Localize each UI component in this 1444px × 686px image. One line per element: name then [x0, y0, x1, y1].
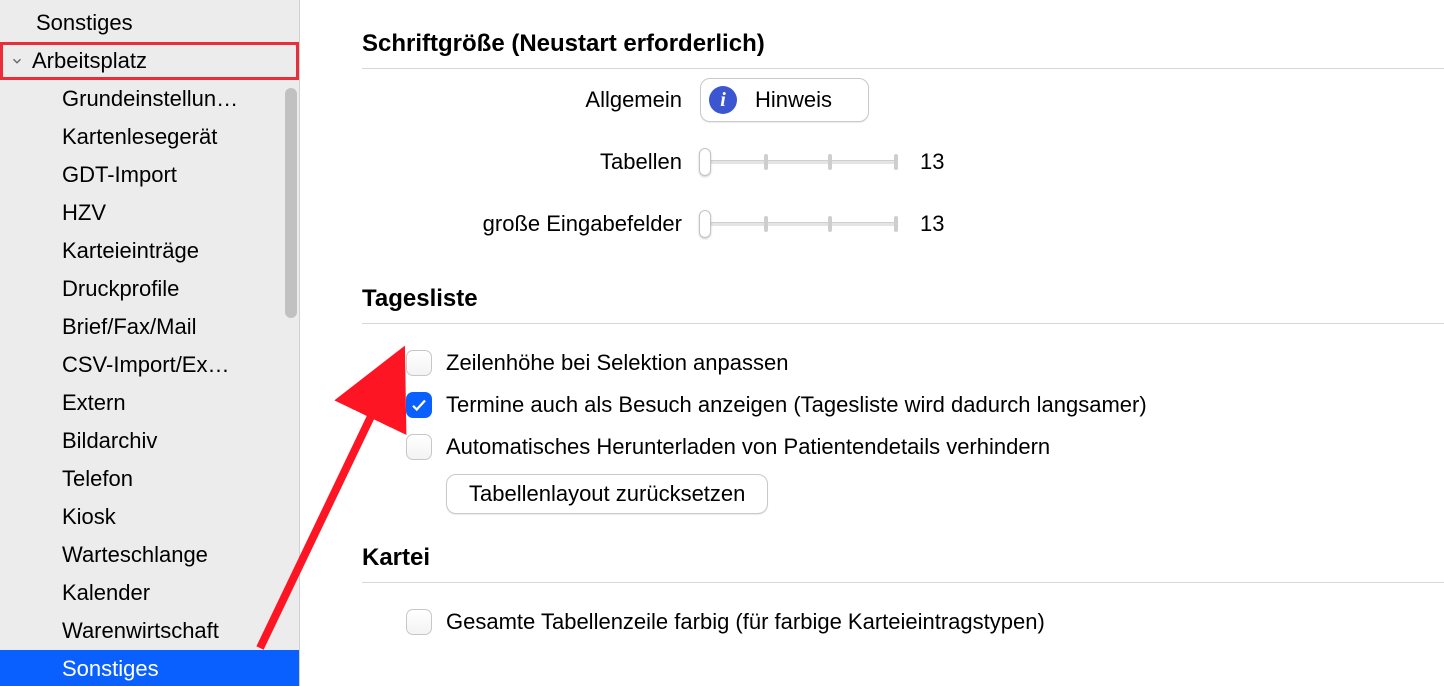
- sidebar-item-label: Telefon: [62, 466, 133, 492]
- tagesliste-group: Zeilenhöhe bei Selektion anpassen Termin…: [300, 324, 1444, 514]
- check-row-zeilenhoehe[interactable]: Zeilenhöhe bei Selektion anpassen: [406, 342, 1444, 384]
- sidebar-item-label: Sonstiges: [36, 10, 133, 36]
- checkbox-termine-besuch[interactable]: [406, 392, 432, 418]
- checkbox-auto-download[interactable]: [406, 434, 432, 460]
- sidebar-item-brief-fax-mail[interactable]: Brief/Fax/Mail: [0, 308, 299, 346]
- row-eingabefelder: große Eingabefelder 13: [300, 193, 1444, 255]
- sidebar-item-bildarchiv[interactable]: Bildarchiv: [0, 422, 299, 460]
- check-icon: [410, 396, 428, 414]
- sidebar-item-label: Kalender: [62, 580, 150, 606]
- sidebar-item-hzv[interactable]: HZV: [0, 194, 299, 232]
- check-label: Gesamte Tabellenzeile farbig (für farbig…: [446, 609, 1045, 635]
- label-allgemein: Allgemein: [300, 87, 700, 113]
- row-allgemein: Allgemein i Hinweis: [300, 69, 1444, 131]
- sidebar-item-kiosk[interactable]: Kiosk: [0, 498, 299, 536]
- sidebar-item-telefon[interactable]: Telefon: [0, 460, 299, 498]
- sidebar-item-sonstiges[interactable]: Sonstiges: [0, 4, 299, 42]
- sidebar-item-label: Warenwirtschaft: [62, 618, 219, 644]
- info-icon: i: [709, 86, 737, 114]
- sidebar-item-label: Grundeinstellun…: [62, 86, 238, 112]
- checkbox-zeilenhoehe[interactable]: [406, 350, 432, 376]
- sidebar-scrollbar-thumb[interactable]: [285, 88, 297, 318]
- sidebar-item-label: CSV-Import/Ex…: [62, 352, 229, 378]
- check-label: Zeilenhöhe bei Selektion anpassen: [446, 350, 788, 376]
- sidebar-item-kartenleseger-t[interactable]: Kartenlesegerät: [0, 118, 299, 156]
- label-tabellen: Tabellen: [300, 149, 700, 175]
- slider-tabellen[interactable]: [700, 149, 898, 175]
- sidebar-scrollbar[interactable]: [285, 88, 297, 388]
- sidebar-item-druckprofile[interactable]: Druckprofile: [0, 270, 299, 308]
- sidebar-item-kalender[interactable]: Kalender: [0, 574, 299, 612]
- check-row-tabellenzeile-farbig[interactable]: Gesamte Tabellenzeile farbig (für farbig…: [406, 601, 1444, 643]
- sidebar-item-label: Sonstiges: [62, 656, 159, 682]
- sidebar-item-label: Extern: [62, 390, 126, 416]
- label-eingabefelder: große Eingabefelder: [300, 211, 700, 237]
- sidebar-item-label: Brief/Fax/Mail: [62, 314, 196, 340]
- sidebar-item-label: Kartenlesegerät: [62, 124, 217, 150]
- check-label: Termine auch als Besuch anzeigen (Tagesl…: [446, 392, 1147, 418]
- section-heading-tagesliste: Tagesliste: [300, 255, 1444, 323]
- sidebar-item-gdt-import[interactable]: GDT-Import: [0, 156, 299, 194]
- sidebar: Sonstiges Arbeitsplatz Grundeinstellun… Kar…: [0, 0, 300, 686]
- slider-eingabe-value: 13: [920, 211, 944, 237]
- sidebar-list: Sonstiges Arbeitsplatz Grundeinstellun… Kar…: [0, 0, 299, 686]
- check-label: Automatisches Herunterladen von Patiente…: [446, 434, 1050, 460]
- sidebar-item-karteieintr-ge[interactable]: Karteieinträge: [0, 232, 299, 270]
- sidebar-item-warteschlange[interactable]: Warteschlange: [0, 536, 299, 574]
- sidebar-item-sonstiges[interactable]: Sonstiges: [0, 650, 299, 686]
- reset-table-layout-button[interactable]: Tabellenlayout zurücksetzen: [446, 474, 768, 514]
- sidebar-item-label: Karteieinträge: [62, 238, 199, 264]
- section-heading-fontsize: Schriftgröße (Neustart erforderlich): [300, 0, 1444, 68]
- sidebar-item-label: Arbeitsplatz: [32, 48, 147, 74]
- hint-button-label: Hinweis: [755, 87, 832, 113]
- sidebar-item-label: Kiosk: [62, 504, 116, 530]
- main-panel: Schriftgröße (Neustart erforderlich) All…: [300, 0, 1444, 686]
- row-tabellen: Tabellen 13: [300, 131, 1444, 193]
- sidebar-item-label: GDT-Import: [62, 162, 177, 188]
- sidebar-item-csv-import-ex-[interactable]: CSV-Import/Ex…: [0, 346, 299, 384]
- slider-thumb[interactable]: [699, 148, 711, 176]
- sidebar-item-extern[interactable]: Extern: [0, 384, 299, 422]
- sidebar-item-grundeinstellun-[interactable]: Grundeinstellun…: [0, 80, 299, 118]
- sidebar-item-arbeitsplatz[interactable]: Arbeitsplatz: [0, 42, 299, 80]
- kartei-group: Gesamte Tabellenzeile farbig (für farbig…: [300, 583, 1444, 643]
- sidebar-item-label: Druckprofile: [62, 276, 179, 302]
- checkbox-tabellenzeile-farbig[interactable]: [406, 609, 432, 635]
- check-row-termine-besuch[interactable]: Termine auch als Besuch anzeigen (Tagesl…: [406, 384, 1444, 426]
- sidebar-item-warenwirtschaft[interactable]: Warenwirtschaft: [0, 612, 299, 650]
- sidebar-item-label: Bildarchiv: [62, 428, 157, 454]
- slider-thumb[interactable]: [699, 210, 711, 238]
- sidebar-item-label: HZV: [62, 200, 106, 226]
- slider-eingabefelder[interactable]: [700, 211, 898, 237]
- chevron-down-icon: [10, 48, 26, 74]
- slider-tabellen-value: 13: [920, 149, 944, 175]
- check-row-auto-download[interactable]: Automatisches Herunterladen von Patiente…: [406, 426, 1444, 468]
- section-heading-kartei: Kartei: [300, 514, 1444, 582]
- hint-button[interactable]: i Hinweis: [700, 78, 869, 122]
- sidebar-item-label: Warteschlange: [62, 542, 208, 568]
